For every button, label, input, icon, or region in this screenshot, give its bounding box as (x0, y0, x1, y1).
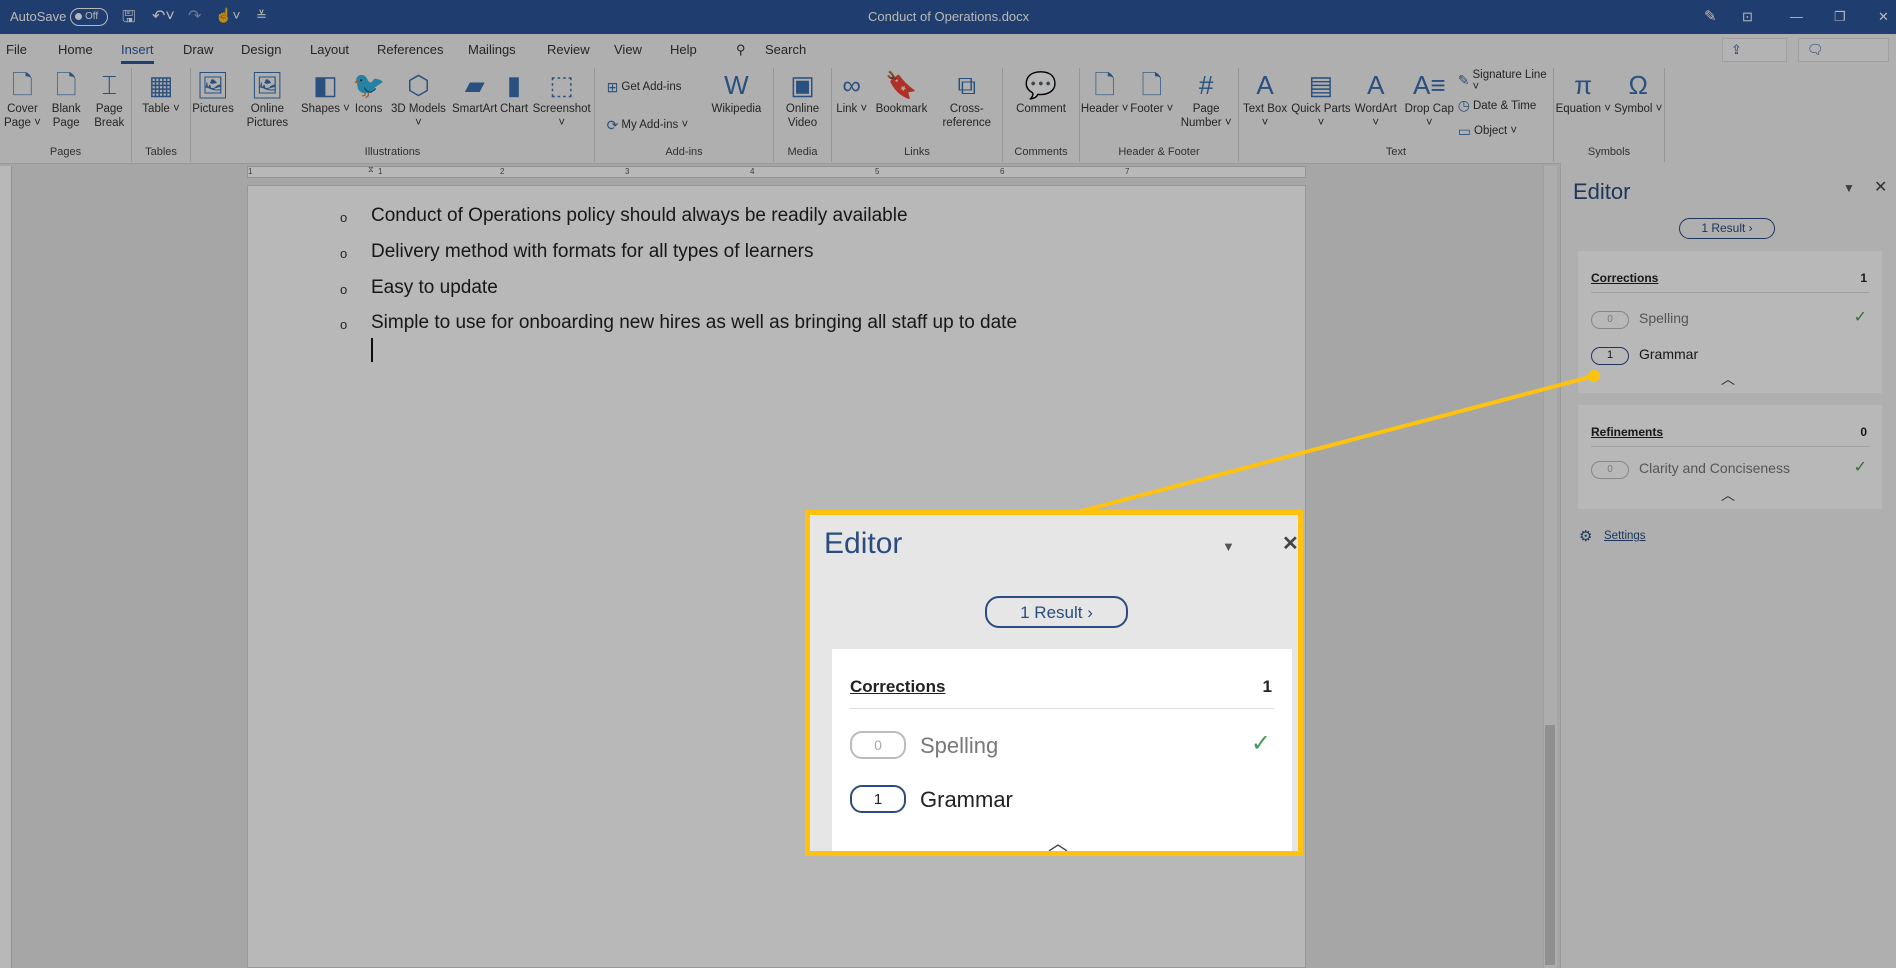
callout-grammar-count: 1 (850, 785, 906, 813)
callout-grammar-label: Grammar (920, 787, 1013, 812)
callout-zoomed-editor: Editor ▼ ✕ 1 Result › Corrections 1 0 Sp… (805, 510, 1303, 856)
callout-grammar-row: 1 Grammar (850, 785, 1275, 815)
check-icon: ✓ (1250, 730, 1271, 757)
callout-close-icon: ✕ (1282, 533, 1299, 555)
callout-corrections-count: 1 (1262, 677, 1272, 696)
callout-spelling-label: Spelling (920, 733, 999, 758)
callout-options-icon: ▼ (1222, 539, 1235, 554)
callout-result-button: 1 Result › (985, 596, 1128, 628)
callout-corrections-title: Corrections (850, 677, 946, 696)
callout-editor-title: Editor (824, 527, 903, 560)
callout-dot (1588, 370, 1600, 382)
collapse-chevron-icon: ︿ (1048, 833, 1068, 855)
divider (850, 708, 1274, 709)
callout-spelling-count: 0 (850, 731, 906, 759)
callout-line (1069, 374, 1595, 516)
callout-spelling-row: 0 Spelling ✓ (850, 730, 1275, 761)
callout-corrections-card: Corrections 1 0 Spelling ✓ 1 Grammar ︿ (832, 649, 1292, 855)
